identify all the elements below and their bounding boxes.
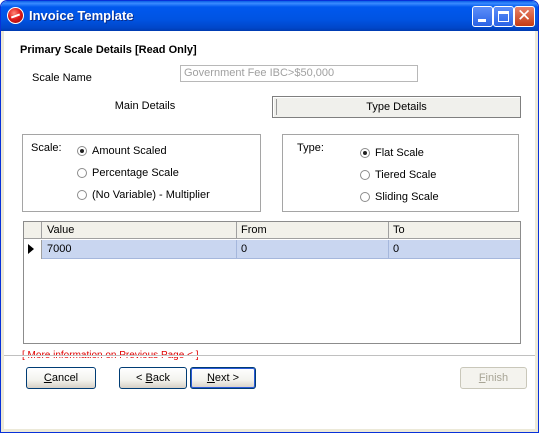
row-indicator-header	[24, 222, 42, 239]
tab-main-details[interactable]: Main Details	[22, 97, 268, 115]
scale-values-grid[interactable]: Value From To 7000 0 0	[23, 221, 521, 344]
row-selector[interactable]	[24, 240, 42, 259]
type-group: Type: Flat Scale Tiered Scale Sliding Sc…	[282, 134, 519, 212]
radio-label: Percentage Scale	[92, 167, 179, 179]
radio-checked-icon	[360, 148, 370, 158]
close-icon: ✕	[517, 6, 532, 26]
finish-button[interactable]: Finish	[460, 367, 527, 389]
window-title: Invoice Template	[29, 8, 134, 23]
type-group-label: Type:	[297, 142, 324, 154]
table-row[interactable]: 7000 0 0	[24, 240, 520, 259]
radio-unchecked-icon	[77, 168, 87, 178]
app-icon	[7, 7, 24, 24]
finish-mnemonic: F	[478, 372, 486, 384]
radio-unchecked-icon	[360, 170, 370, 180]
minimize-button[interactable]	[472, 6, 493, 27]
back-arrow-text: <	[136, 372, 146, 384]
scale-name-field[interactable]: Government Fee IBC>$50,000	[180, 65, 418, 82]
radio-unchecked-icon	[77, 190, 87, 200]
back-button[interactable]: < Back	[119, 367, 187, 389]
cancel-mnemonic: C	[43, 372, 52, 384]
finish-label: inish	[485, 372, 509, 384]
scale-name-label: Scale Name	[32, 72, 92, 84]
invoice-template-window: Invoice Template ✕ Primary Scale Details…	[0, 0, 539, 433]
grid-header: Value From To	[24, 222, 520, 239]
column-header-from[interactable]: From	[237, 222, 389, 239]
column-header-to[interactable]: To	[389, 222, 520, 239]
maximize-icon	[498, 11, 509, 22]
column-header-value[interactable]: Value	[43, 222, 237, 239]
section-title: Primary Scale Details [Read Only]	[20, 44, 197, 56]
back-label: ack	[152, 372, 170, 384]
cancel-label: ancel	[51, 372, 79, 384]
radio-label: Amount Scaled	[92, 145, 167, 157]
next-label: ext >	[214, 372, 240, 384]
radio-unchecked-icon	[360, 192, 370, 202]
radio-label: Flat Scale	[375, 147, 424, 159]
radio-checked-icon	[77, 146, 87, 156]
minimize-icon	[478, 19, 486, 22]
cell-from[interactable]: 0	[237, 240, 389, 259]
next-button[interactable]: Next >	[190, 367, 256, 389]
next-mnemonic: N	[206, 372, 215, 384]
radio-label: Tiered Scale	[375, 169, 437, 181]
tab-type-details[interactable]: Type Details	[272, 96, 521, 118]
cell-value[interactable]: 7000	[43, 240, 237, 259]
cell-to[interactable]: 0	[389, 240, 520, 259]
close-button[interactable]: ✕	[514, 6, 535, 27]
maximize-button[interactable]	[493, 6, 514, 27]
radio-label: Sliding Scale	[375, 191, 439, 203]
scale-group-label: Scale:	[31, 142, 62, 154]
scale-group: Scale: Amount Scaled Percentage Scale (N…	[22, 134, 261, 212]
back-mnemonic: B	[145, 372, 153, 384]
title-bar[interactable]: Invoice Template ✕	[1, 1, 538, 31]
radio-label: (No Variable) - Multiplier	[92, 189, 210, 201]
current-row-arrow-icon	[28, 244, 34, 254]
cancel-button[interactable]: Cancel	[26, 367, 96, 389]
button-divider	[4, 355, 535, 357]
